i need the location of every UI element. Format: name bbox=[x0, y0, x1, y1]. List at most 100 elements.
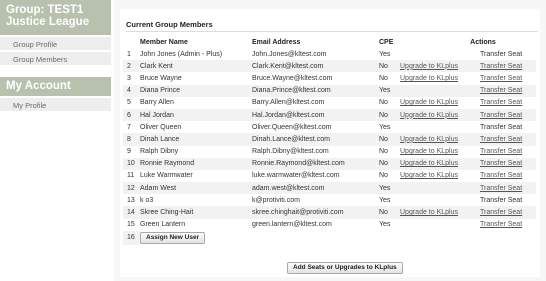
member-email: Oliver.Queen@kltest.com bbox=[252, 123, 332, 131]
members-table: Member Name Email Address CPE Actions 1 J… bbox=[123, 36, 536, 245]
upgrade-cell: Upgrade to KLplus bbox=[400, 206, 480, 219]
member-email-cell: John.Jones@kltest.com bbox=[252, 48, 379, 60]
member-name-cell: Bruce Wayne bbox=[140, 72, 252, 84]
row-number-cell: 3 bbox=[123, 72, 140, 84]
upgrade-link[interactable]: Upgrade to KLplus bbox=[400, 63, 458, 70]
upgrade-cell bbox=[400, 121, 480, 133]
member-name: Skree Ching-Hait bbox=[140, 209, 194, 217]
upgrade-link[interactable]: Upgrade to KLplus bbox=[400, 99, 458, 106]
member-email-cell: Ralph.Dibny@kltest.com bbox=[252, 146, 379, 158]
divider bbox=[126, 31, 538, 32]
row-number: 3 bbox=[127, 74, 131, 82]
member-name: k o3 bbox=[140, 196, 154, 204]
member-cpe-cell: Yes bbox=[379, 48, 400, 60]
sidebar: Group: TEST1 Justice League Group Profil… bbox=[0, 0, 111, 281]
member-cpe-cell: No bbox=[379, 157, 400, 170]
transfer-seat-link[interactable]: Transfer Seat bbox=[480, 148, 522, 155]
member-email: John.Jones@kltest.com bbox=[252, 50, 327, 58]
member-cpe: No bbox=[379, 99, 388, 107]
member-cpe-cell: Yes bbox=[379, 84, 400, 97]
transfer-seat-link[interactable]: Transfer Seat bbox=[480, 209, 522, 216]
member-name-cell: Skree Ching-Hait bbox=[140, 206, 252, 219]
member-email-cell: Diana.Prince@kltest.com bbox=[252, 84, 379, 97]
member-cpe: Yes bbox=[379, 196, 391, 204]
transfer-seat[interactable]: Transfer Seat bbox=[480, 51, 522, 58]
row-number: 4 bbox=[127, 87, 131, 95]
member-email: k@protiviti.com bbox=[252, 196, 300, 204]
member-email: luke.warmwater@kltest.com bbox=[252, 172, 340, 180]
column-header-actions: Actions bbox=[470, 38, 496, 46]
transfer-seat-cell: Transfer Seat bbox=[480, 84, 536, 97]
transfer-seat-link[interactable]: Transfer Seat bbox=[480, 112, 522, 119]
transfer-seat-cell: Transfer Seat bbox=[480, 60, 536, 73]
transfer-seat-link[interactable]: Transfer Seat bbox=[480, 75, 522, 82]
member-cpe-cell: Yes bbox=[379, 182, 400, 195]
row-number-cell: 8 bbox=[123, 133, 140, 146]
transfer-seat-cell: Transfer Seat bbox=[480, 157, 536, 170]
table-row: 6 Hal Jordan Hal.Jordan@kltest.com No Upgrad… bbox=[123, 108, 536, 122]
upgrade-link[interactable]: Upgrade to KLplus bbox=[400, 112, 458, 119]
column-header-cpe: CPE bbox=[379, 38, 394, 46]
transfer-seat-cell: Transfer Seat bbox=[480, 146, 536, 158]
row-number-cell: 10 bbox=[123, 157, 140, 170]
upgrade-cell: Upgrade to KLplus bbox=[400, 146, 480, 158]
transfer-seat-link[interactable]: Transfer Seat bbox=[480, 172, 522, 179]
member-email-cell: skree.chinghait@protiviti.com bbox=[252, 206, 379, 219]
member-name-cell: Green Lantern bbox=[140, 219, 252, 231]
table-row: 4 Diana Prince Diana.Prince@kltest.com Yes T… bbox=[123, 84, 536, 97]
upgrade-cell: Upgrade to KLplus bbox=[400, 72, 480, 84]
upgrade-cell: Upgrade to KLplus bbox=[400, 108, 480, 122]
table-row: 11 Luke Warmwater luke.warmwater@kltest.co… bbox=[123, 170, 536, 182]
upgrade-cell bbox=[400, 48, 480, 60]
transfer-seat-link[interactable]: Transfer Seat bbox=[480, 221, 522, 228]
member-cpe-cell: No bbox=[379, 170, 400, 182]
member-name: Hal Jordan bbox=[140, 111, 174, 119]
transfer-seat-link[interactable]: Transfer Seat bbox=[480, 185, 522, 192]
member-name: Barry Allen bbox=[140, 99, 174, 107]
row-number: 7 bbox=[127, 123, 131, 131]
transfer-seat-link[interactable]: Transfer Seat bbox=[480, 99, 522, 106]
row-number-cell: 7 bbox=[123, 121, 140, 133]
add-seats-button[interactable]: Add Seats or Upgrades to KLplus bbox=[287, 262, 403, 274]
member-email: Ralph.Dibny@kltest.com bbox=[252, 148, 329, 156]
table-row: 12 Adam West adam.west@kltest.com Yes Transf… bbox=[123, 182, 536, 195]
member-cpe: No bbox=[379, 160, 388, 168]
upgrade-cell bbox=[400, 219, 480, 231]
member-cpe: No bbox=[379, 74, 388, 82]
upgrade-link[interactable]: Upgrade to KLplus bbox=[400, 148, 458, 155]
table-row: 5 Barry Allen Barry.Allen@kltest.com No Upgr… bbox=[123, 97, 536, 109]
member-name-cell: Barry Allen bbox=[140, 97, 252, 109]
upgrade-link[interactable]: Upgrade to KLplus bbox=[400, 136, 458, 143]
member-cpe: Yes bbox=[379, 123, 391, 131]
transfer-seat[interactable]: Transfer Seat bbox=[480, 124, 522, 131]
upgrade-link[interactable]: Upgrade to KLplus bbox=[400, 209, 458, 216]
upgrade-link[interactable]: Upgrade to KLplus bbox=[400, 160, 458, 167]
upgrade-link[interactable]: Upgrade to KLplus bbox=[400, 75, 458, 82]
row-number-cell: 2 bbox=[123, 60, 140, 73]
member-email-cell: Dinah.Lance@kltest.com bbox=[252, 133, 379, 146]
transfer-seat[interactable]: Transfer Seat bbox=[480, 197, 522, 204]
sidebar-item-group-members[interactable]: Group Members bbox=[0, 50, 111, 65]
member-email: Clark.Kent@kltest.com bbox=[252, 62, 324, 70]
member-cpe: No bbox=[379, 135, 388, 143]
sidebar-item-my-profile[interactable]: My Profile bbox=[0, 96, 111, 111]
table-row: 10 Ronnie Raymond Ronnie.Raymond@kltest.co… bbox=[123, 157, 536, 170]
group-title: Group: TEST1 Justice League bbox=[0, 0, 111, 35]
transfer-seat-link[interactable]: Transfer Seat bbox=[480, 136, 522, 143]
row-number: 12 bbox=[127, 184, 135, 192]
main-content: Current Group Members Member Name Email … bbox=[114, 0, 546, 281]
transfer-seat-link[interactable]: Transfer Seat bbox=[480, 63, 522, 70]
member-email-cell: adam.west@kltest.com bbox=[252, 182, 379, 195]
upgrade-link[interactable]: Upgrade to KLplus bbox=[400, 172, 458, 179]
member-email: Barry.Allen@kltest.com bbox=[252, 99, 325, 107]
member-email: Dinah.Lance@kltest.com bbox=[252, 135, 330, 143]
member-email-cell: luke.warmwater@kltest.com bbox=[252, 170, 379, 182]
row-number-cell: 15 bbox=[123, 219, 140, 231]
transfer-seat-link[interactable]: Transfer Seat bbox=[480, 87, 522, 94]
assign-new-user-button[interactable]: Assign New User bbox=[140, 232, 206, 245]
member-cpe: Yes bbox=[379, 50, 391, 58]
table-row: 15 Green Lantern green.lantern@kltest.com Y… bbox=[123, 219, 536, 231]
sidebar-item-group-profile[interactable]: Group Profile bbox=[0, 35, 111, 50]
transfer-seat-link[interactable]: Transfer Seat bbox=[480, 160, 522, 167]
member-name: Clark Kent bbox=[140, 62, 173, 70]
